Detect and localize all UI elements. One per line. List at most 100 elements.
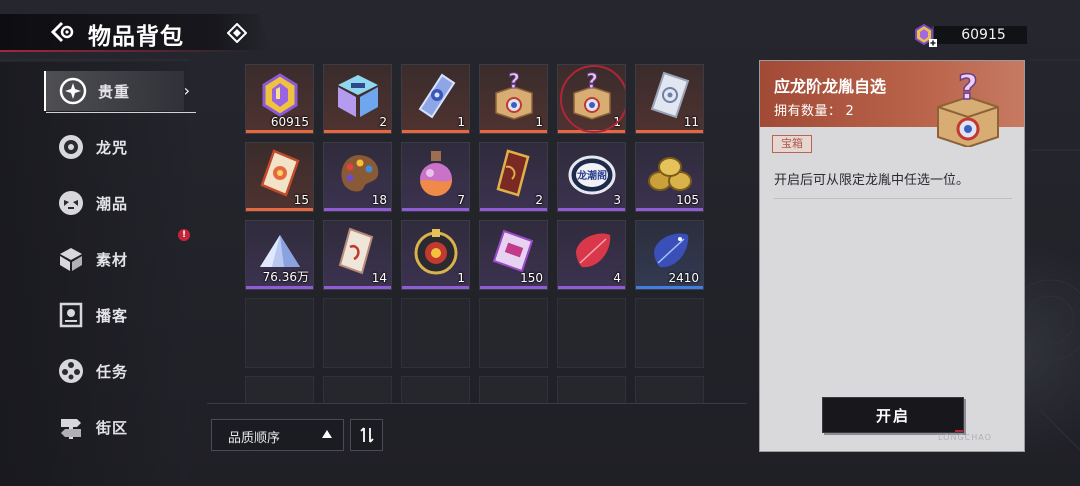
item-quantity: 14 bbox=[371, 271, 387, 285]
purple-gem-plus-icon bbox=[915, 23, 937, 47]
notification-badge: ! bbox=[178, 229, 190, 241]
rarity-strip bbox=[558, 286, 625, 289]
chip-token-icon bbox=[414, 229, 458, 275]
rarity-strip bbox=[246, 286, 313, 289]
item-name: 应龙阶龙胤自选 bbox=[774, 77, 887, 96]
info-button[interactable] bbox=[226, 22, 248, 44]
red-leaf-gem-icon bbox=[576, 233, 611, 268]
item-quantity: 105 bbox=[676, 193, 699, 207]
rarity-strip bbox=[402, 130, 469, 133]
sidebar-item-label: 任务 bbox=[96, 362, 129, 381]
sidebar-item-materials[interactable]: 素材 bbox=[44, 239, 184, 279]
inventory-slot[interactable]: 1 bbox=[401, 220, 470, 290]
inventory-slot[interactable]: 14 bbox=[323, 220, 392, 290]
paper-ticket-icon bbox=[338, 227, 374, 275]
cube-box-icon bbox=[56, 244, 86, 274]
item-detail-panel: 应龙阶龙胤自选 拥有数量： 2 ? 宝箱 开启后可从限定龙胤中任选一位。 开启 L… bbox=[759, 60, 1025, 452]
inventory-grid: 60915 2 1 ? 1 ? 1 11 15 18 7 2 龙潮阁 3 105… bbox=[245, 64, 705, 404]
sidebar-item-trendy[interactable]: 潮品 bbox=[44, 183, 184, 223]
empty-slot bbox=[557, 376, 626, 404]
potion-flask-icon bbox=[420, 151, 453, 197]
ring-disc-icon bbox=[56, 132, 86, 162]
item-quantity: 2410 bbox=[668, 271, 699, 285]
sidebar-item-tasks[interactable]: 任务 bbox=[44, 351, 184, 391]
sort-arrows-icon bbox=[359, 427, 374, 443]
chevron-right-icon: › bbox=[183, 81, 190, 100]
longchaoge-badge-icon: 龙潮阁 bbox=[568, 155, 616, 195]
rarity-strip bbox=[246, 208, 313, 211]
sidebar: 贵重 › 龙咒 潮品 素材 播客 任务 街区 bbox=[0, 62, 196, 486]
owned-label: 拥有数量： bbox=[774, 104, 842, 119]
back-arrow-icon bbox=[50, 21, 74, 43]
header: 物品背包 bbox=[0, 14, 280, 54]
inventory-slot[interactable]: 2 bbox=[323, 64, 392, 134]
inventory-slot[interactable]: 7 bbox=[401, 142, 470, 212]
item-quantity: 18 bbox=[371, 193, 387, 207]
holo-cube-icon bbox=[338, 75, 378, 117]
inventory-slot[interactable]: 150 bbox=[479, 220, 548, 290]
mystery-box-icon: ? bbox=[495, 69, 533, 120]
watermark: LONGCHAO bbox=[938, 433, 992, 442]
film-reel-icon bbox=[56, 356, 86, 386]
item-quantity: 2 bbox=[535, 193, 543, 207]
item-quantity: 1 bbox=[535, 115, 543, 129]
inventory-slot[interactable]: 76.36万 bbox=[245, 220, 314, 290]
sidebar-item-label: 素材 bbox=[96, 250, 129, 269]
sidebar-item-label: 贵重 bbox=[98, 82, 131, 101]
triangle-up-icon bbox=[322, 430, 332, 438]
inventory-slot[interactable]: 18 bbox=[323, 142, 392, 212]
sidebar-item-valuables[interactable]: 贵重 › bbox=[44, 71, 196, 113]
sidebar-item-label: 潮品 bbox=[96, 194, 129, 213]
svg-text:?: ? bbox=[508, 69, 520, 93]
silver-card-icon bbox=[650, 71, 690, 119]
mask-badge-icon bbox=[56, 188, 86, 218]
inventory-slot[interactable]: 1 bbox=[401, 64, 470, 134]
inventory-slot[interactable]: 4 bbox=[557, 220, 626, 290]
orange-ticket-card-icon bbox=[260, 149, 300, 197]
empty-slot bbox=[635, 298, 704, 368]
mystery-box-icon: ? bbox=[937, 67, 999, 147]
open-button[interactable]: 开启 bbox=[822, 397, 964, 433]
sidebar-item-district[interactable]: 街区 bbox=[44, 407, 184, 447]
inventory-slot[interactable]: 60915 bbox=[245, 64, 314, 134]
rarity-strip bbox=[402, 208, 469, 211]
sort-dropdown[interactable]: 品质顺序 bbox=[211, 419, 344, 451]
rarity-strip bbox=[558, 130, 625, 133]
sparkle-star-icon bbox=[58, 76, 88, 106]
item-quantity: 11 bbox=[683, 115, 699, 129]
rarity-strip bbox=[636, 286, 703, 289]
rarity-strip bbox=[324, 130, 391, 133]
item-type-tag: 宝箱 bbox=[772, 135, 812, 153]
sidebar-item-podcast[interactable]: 播客 bbox=[44, 295, 184, 335]
inventory-slot[interactable]: 2 bbox=[479, 142, 548, 212]
inventory-slot[interactable]: 龙潮阁 3 bbox=[557, 142, 626, 212]
item-quantity: 1 bbox=[457, 271, 465, 285]
sort-order-toggle[interactable] bbox=[350, 419, 383, 451]
inventory-slot[interactable]: 15 bbox=[245, 142, 314, 212]
inventory-slot-selected[interactable]: ? 1 bbox=[557, 64, 626, 134]
inventory-slot[interactable]: 2410 bbox=[635, 220, 704, 290]
sidebar-item-dragon-curse[interactable]: 龙咒 bbox=[44, 127, 184, 167]
currency-amount: 60915 bbox=[961, 27, 1006, 43]
item-quantity: 2 bbox=[379, 115, 387, 129]
button-accent bbox=[955, 430, 963, 432]
divider bbox=[207, 403, 747, 404]
rarity-strip bbox=[480, 130, 547, 133]
street-sign-icon bbox=[56, 412, 86, 442]
gold-coins-icon bbox=[648, 157, 692, 191]
inventory-slot[interactable]: ? 1 bbox=[479, 64, 548, 134]
rarity-strip bbox=[324, 208, 391, 211]
empty-slot bbox=[479, 298, 548, 368]
item-quantity: 15 bbox=[293, 193, 309, 207]
page-title: 物品背包 bbox=[88, 24, 184, 50]
inventory-slot[interactable]: 105 bbox=[635, 142, 704, 212]
currency-display[interactable]: 60915 bbox=[912, 22, 1027, 47]
rarity-strip bbox=[636, 208, 703, 211]
inventory-slot[interactable]: 11 bbox=[635, 64, 704, 134]
mystery-box-icon: ? bbox=[573, 69, 611, 120]
sidebar-item-label: 播客 bbox=[96, 306, 129, 325]
empty-slot bbox=[245, 298, 314, 368]
item-quantity: 1 bbox=[613, 115, 621, 129]
empty-slot bbox=[245, 376, 314, 404]
back-button[interactable] bbox=[48, 18, 78, 46]
